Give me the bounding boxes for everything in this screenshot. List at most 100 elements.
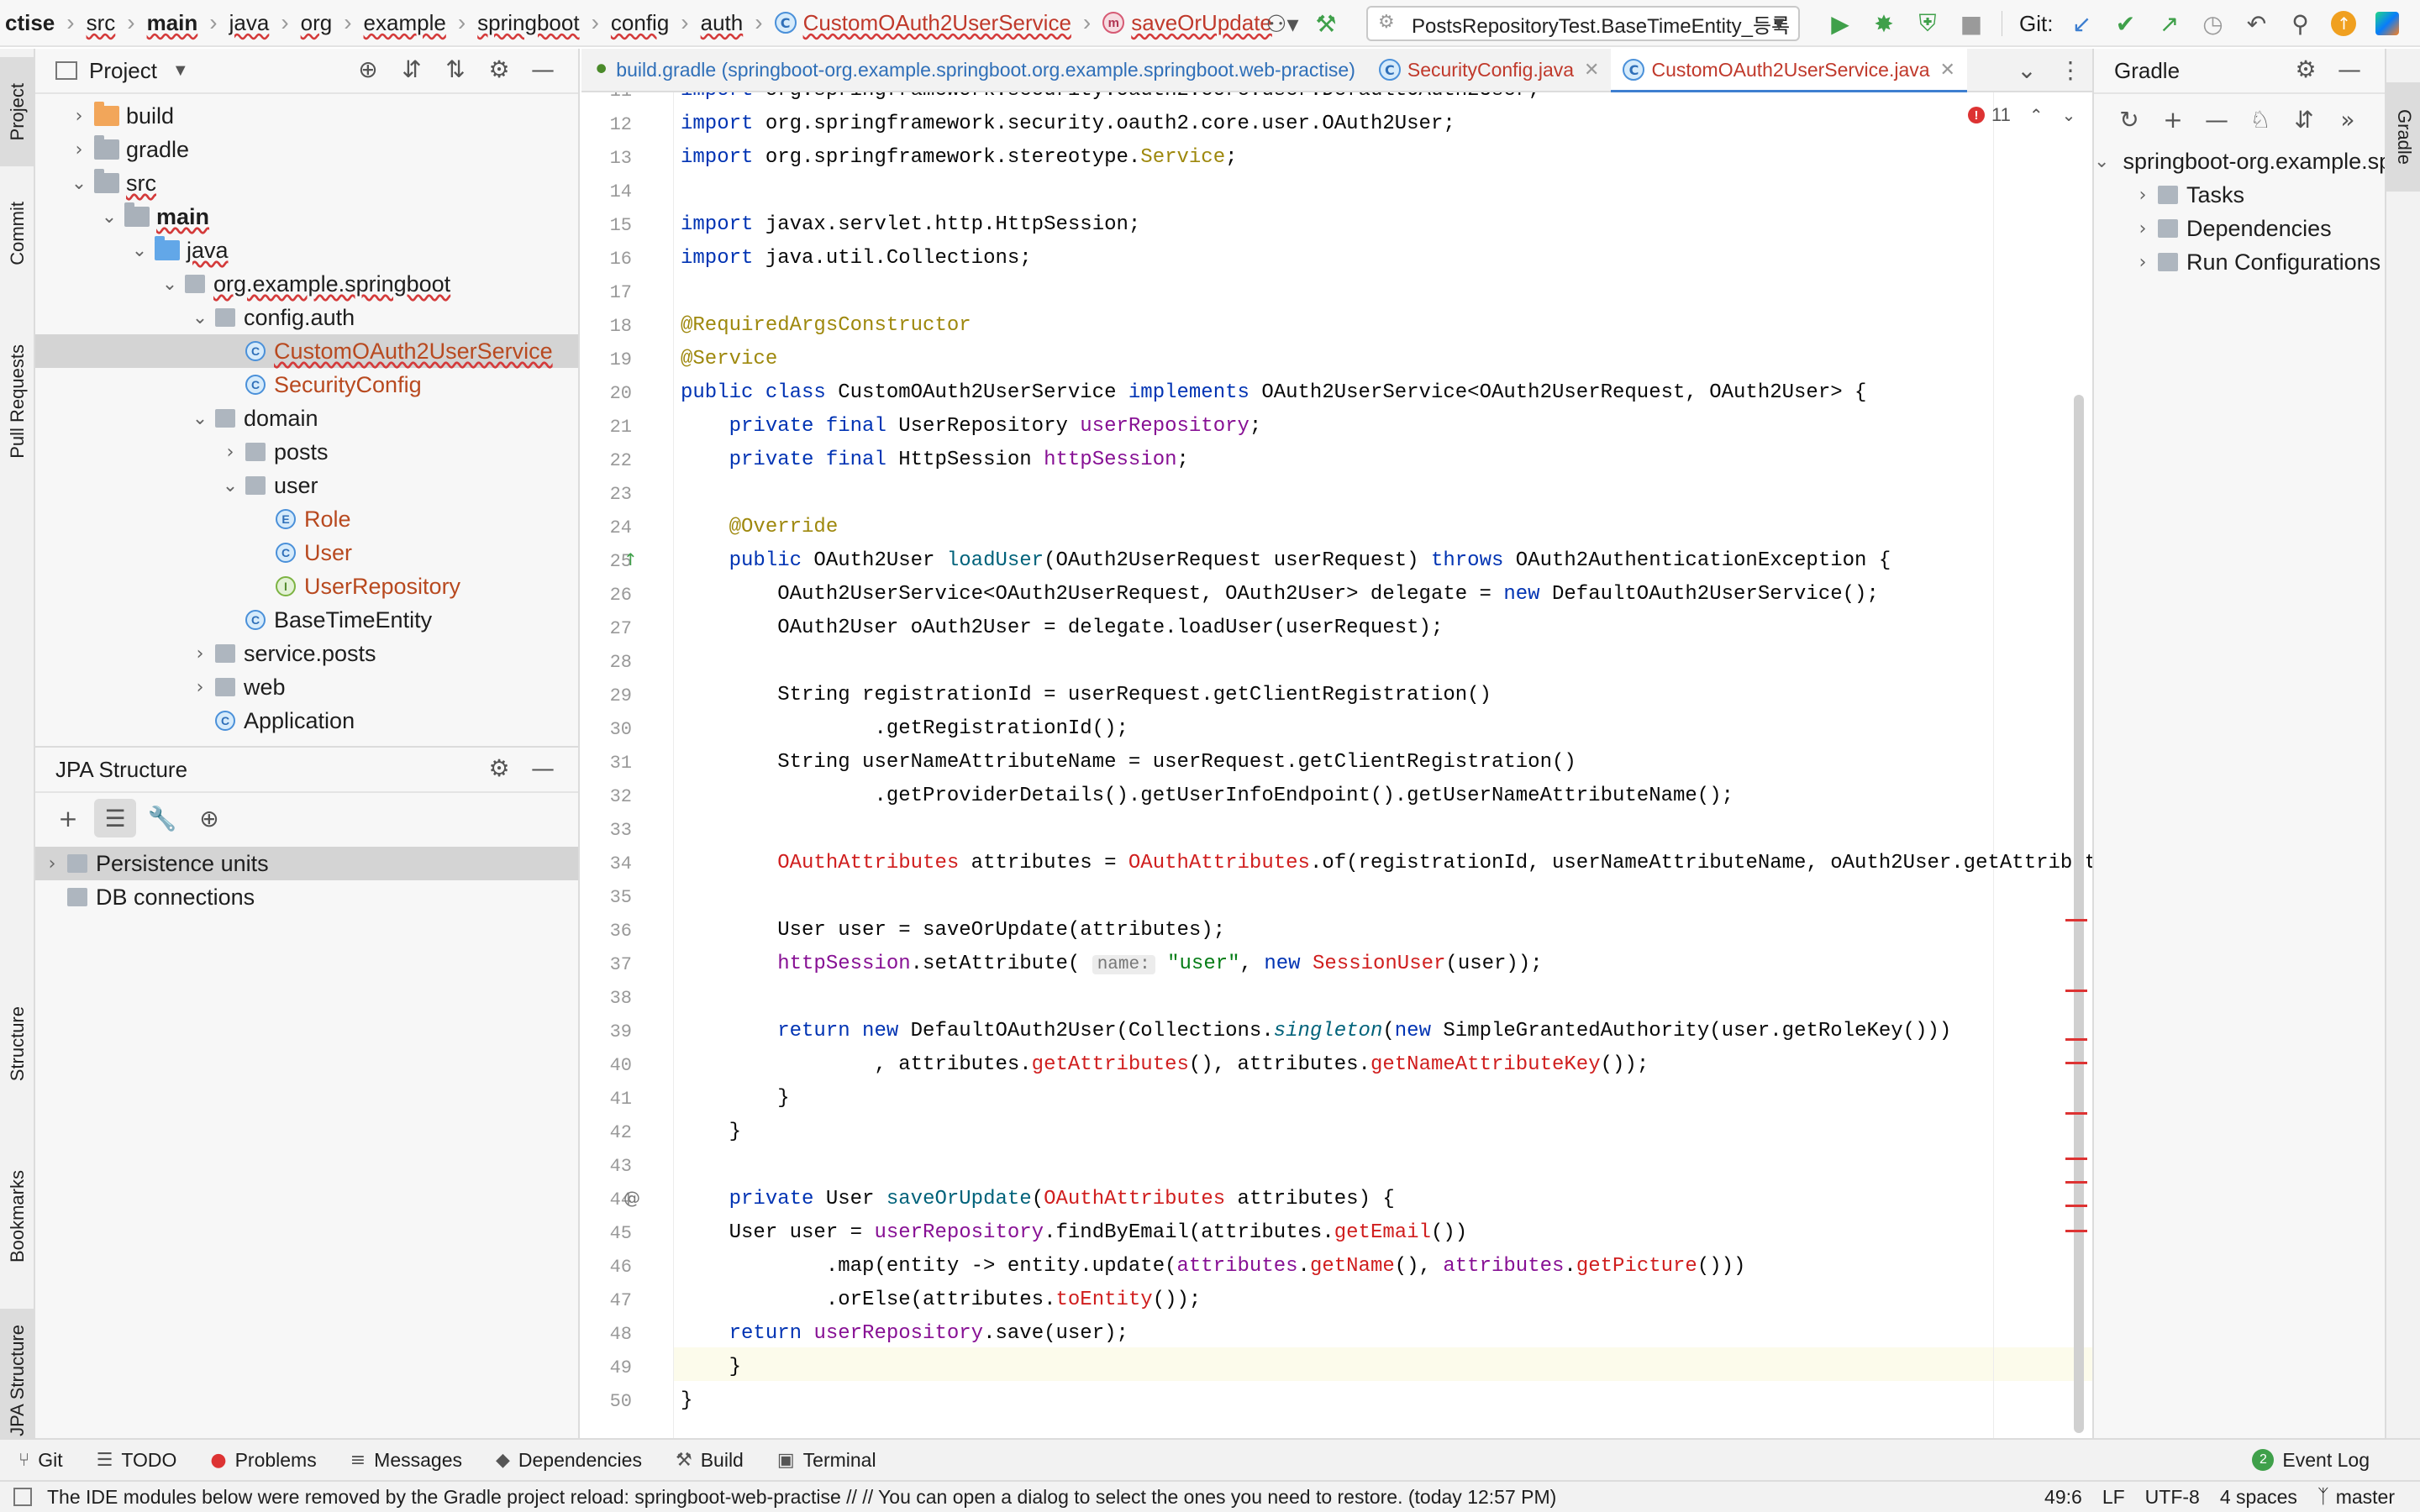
- code-line[interactable]: import org.springframework.stereotype.Se…: [681, 146, 1238, 169]
- breadcrumb-item[interactable]: m saveOrUpdate: [1097, 0, 1277, 46]
- chevron-down-icon[interactable]: ⌄: [190, 307, 210, 328]
- expand-all-icon[interactable]: ⇵: [390, 55, 434, 83]
- tree-item-user[interactable]: C User: [35, 536, 578, 570]
- chevron-down-icon[interactable]: ⌄: [69, 173, 89, 194]
- breadcrumb-item[interactable]: example: [359, 0, 451, 46]
- reload-icon[interactable]: ↻: [2107, 106, 2151, 134]
- code-line[interactable]: private User saveOrUpdate(OAuthAttribute…: [681, 1188, 1395, 1210]
- gradle-tree-item[interactable]: › Tasks: [2094, 178, 2385, 212]
- tree-item-userrepository[interactable]: I UserRepository: [35, 570, 578, 603]
- error-stripe-mark[interactable]: [2065, 1181, 2087, 1184]
- minimize-icon[interactable]: —: [521, 754, 565, 782]
- code-line[interactable]: @RequiredArgsConstructor: [681, 314, 971, 337]
- pull-requests-tool-tab[interactable]: Pull Requests: [0, 301, 35, 502]
- error-stripe-mark[interactable]: [2065, 1038, 2087, 1041]
- tree-item-web[interactable]: › web: [35, 670, 578, 704]
- line-separator[interactable]: LF: [2102, 1486, 2125, 1509]
- chevron-down-icon[interactable]: ⌄: [160, 274, 180, 295]
- code-line[interactable]: return new DefaultOAuth2User(Collections…: [681, 1020, 1951, 1042]
- breadcrumb-item[interactable]: springboot: [472, 0, 584, 46]
- breadcrumb-item[interactable]: C CustomOAuth2UserService: [770, 0, 1076, 46]
- chevron-right-icon[interactable]: ›: [69, 106, 89, 127]
- code-line[interactable]: public class CustomOAuth2UserService imp…: [681, 381, 1866, 404]
- collapse-all-icon[interactable]: ⇅: [434, 55, 477, 83]
- search-icon[interactable]: ⚲: [2281, 5, 2318, 42]
- tree-item-user[interactable]: ⌄ user: [35, 469, 578, 502]
- columns-icon[interactable]: ☰: [94, 799, 136, 837]
- code-line[interactable]: import javax.servlet.http.HttpSession;: [681, 213, 1140, 236]
- breadcrumb-item[interactable]: org: [296, 0, 338, 46]
- event-log-button[interactable]: 2 Event Log: [2252, 1449, 2370, 1472]
- tree-item-customoauth2userservice[interactable]: C CustomOAuth2UserService: [35, 334, 578, 368]
- chevron-down-icon[interactable]: ▼: [172, 61, 189, 81]
- chevron-up-icon[interactable]: ⌃: [2029, 105, 2044, 126]
- file-encoding[interactable]: UTF-8: [2145, 1486, 2200, 1509]
- code-line[interactable]: import java.util.Collections;: [681, 247, 1032, 270]
- jpa-structure-tool-tab[interactable]: JPA Structure: [0, 1309, 35, 1452]
- code-line[interactable]: String userNameAttributeName = userReque…: [681, 751, 1576, 774]
- implements-gutter-icon[interactable]: ↑: [623, 549, 638, 570]
- tree-item-role[interactable]: E Role: [35, 502, 578, 536]
- code-line[interactable]: OAuth2User oAuth2User = delegate.loadUse…: [681, 617, 1443, 639]
- breadcrumb-item[interactable]: src: [82, 0, 121, 46]
- code-line[interactable]: import org.springframework.security.oaut…: [681, 113, 1455, 135]
- tab-build-gradle[interactable]: ⚫ build.gradle (springboot-org.example.s…: [581, 48, 1367, 92]
- chevron-right-icon[interactable]: ›: [2133, 185, 2153, 206]
- chevron-down-icon[interactable]: ⌄: [2008, 51, 2045, 88]
- code-line[interactable]: @Service: [681, 348, 777, 370]
- code-line[interactable]: }: [681, 1087, 789, 1110]
- chevron-right-icon[interactable]: ›: [2133, 252, 2153, 273]
- bottom-tool-dependencies[interactable]: ◆ Dependencies: [496, 1449, 642, 1472]
- code-line[interactable]: .getRegistrationId();: [681, 717, 1128, 740]
- chevron-right-icon[interactable]: ›: [2133, 218, 2153, 239]
- code-line[interactable]: return userRepository.save(user);: [681, 1322, 1128, 1345]
- chevron-down-icon[interactable]: ⌄: [190, 408, 210, 429]
- tree-item-config-auth[interactable]: ⌄ config.auth: [35, 301, 578, 334]
- debug-icon[interactable]: ✸: [1865, 5, 1902, 42]
- code-line[interactable]: OAuthAttributes attributes = OAuthAttrib…: [681, 852, 2092, 874]
- breadcrumb-item[interactable]: auth: [696, 0, 749, 46]
- more-icon[interactable]: »: [2326, 106, 2370, 134]
- bottom-tool-messages[interactable]: ≡ Messages: [350, 1449, 462, 1472]
- toggle-tool-windows-icon[interactable]: [13, 1488, 32, 1506]
- code-line[interactable]: .map(entity -> entity.update(attributes.…: [681, 1255, 1746, 1278]
- elephant-icon[interactable]: ♘: [2238, 106, 2282, 134]
- git-push-icon[interactable]: ↗: [2150, 5, 2187, 42]
- breadcrumb-item[interactable]: config: [606, 0, 674, 46]
- close-icon[interactable]: ✕: [1584, 59, 1599, 81]
- wrench-icon[interactable]: 🔧: [141, 799, 183, 837]
- tree-item-basetimeentity[interactable]: C BaseTimeEntity: [35, 603, 578, 637]
- chevron-right-icon[interactable]: ›: [69, 139, 89, 160]
- locate-icon[interactable]: ⊕: [346, 55, 390, 83]
- bottom-tool-problems[interactable]: ● Problems: [210, 1449, 316, 1472]
- code-line[interactable]: import org.springframework.security.oaut…: [681, 92, 1540, 102]
- code-line[interactable]: public OAuth2User loadUser(OAuth2UserReq…: [681, 549, 1891, 572]
- status-message[interactable]: The IDE modules below were removed by th…: [47, 1486, 1556, 1509]
- tree-item-posts[interactable]: › posts: [35, 435, 578, 469]
- coverage-icon[interactable]: ⛨: [1909, 5, 1946, 42]
- gradle-tree-item[interactable]: › Run Configurations: [2094, 245, 2385, 279]
- expand-all-icon[interactable]: ⇵: [2282, 106, 2326, 134]
- jpa-item-persistence-units[interactable]: › Persistence units: [35, 847, 578, 880]
- chevron-down-icon[interactable]: ⌄: [2094, 151, 2109, 172]
- jetbrains-logo-icon[interactable]: [2369, 5, 2406, 42]
- code-line[interactable]: User user = userRepository.findByEmail(a…: [681, 1221, 1468, 1244]
- code-line[interactable]: }: [681, 1121, 741, 1143]
- tree-item-main[interactable]: ⌄ main: [35, 200, 578, 234]
- code-line[interactable]: .orElse(attributes.toEntity());: [681, 1289, 1201, 1311]
- code-line[interactable]: String registrationId = userRequest.getC…: [681, 684, 1491, 706]
- code-line[interactable]: , attributes.getAttributes(), attributes…: [681, 1053, 1649, 1076]
- bottom-tool-terminal[interactable]: ▣ Terminal: [777, 1449, 876, 1472]
- git-update-icon[interactable]: ↙: [2063, 5, 2100, 42]
- build-hammer-icon[interactable]: ⚒: [1307, 5, 1344, 42]
- git-branch[interactable]: master: [2336, 1486, 2395, 1509]
- gradle-tree-item[interactable]: › Dependencies: [2094, 212, 2385, 245]
- update-ide-icon[interactable]: ↑: [2325, 5, 2362, 42]
- code-line[interactable]: OAuth2UserService<OAuth2UserRequest, OAu…: [681, 583, 1879, 606]
- error-stripe-mark[interactable]: [2065, 919, 2087, 921]
- commit-tool-tab[interactable]: Commit: [0, 183, 35, 284]
- code-line[interactable]: httpSession.setAttribute( name: "user", …: [681, 953, 1542, 975]
- error-stripe-mark[interactable]: [2065, 1205, 2087, 1207]
- tree-item-java[interactable]: ⌄ java: [35, 234, 578, 267]
- gear-icon[interactable]: ⚙: [477, 55, 521, 83]
